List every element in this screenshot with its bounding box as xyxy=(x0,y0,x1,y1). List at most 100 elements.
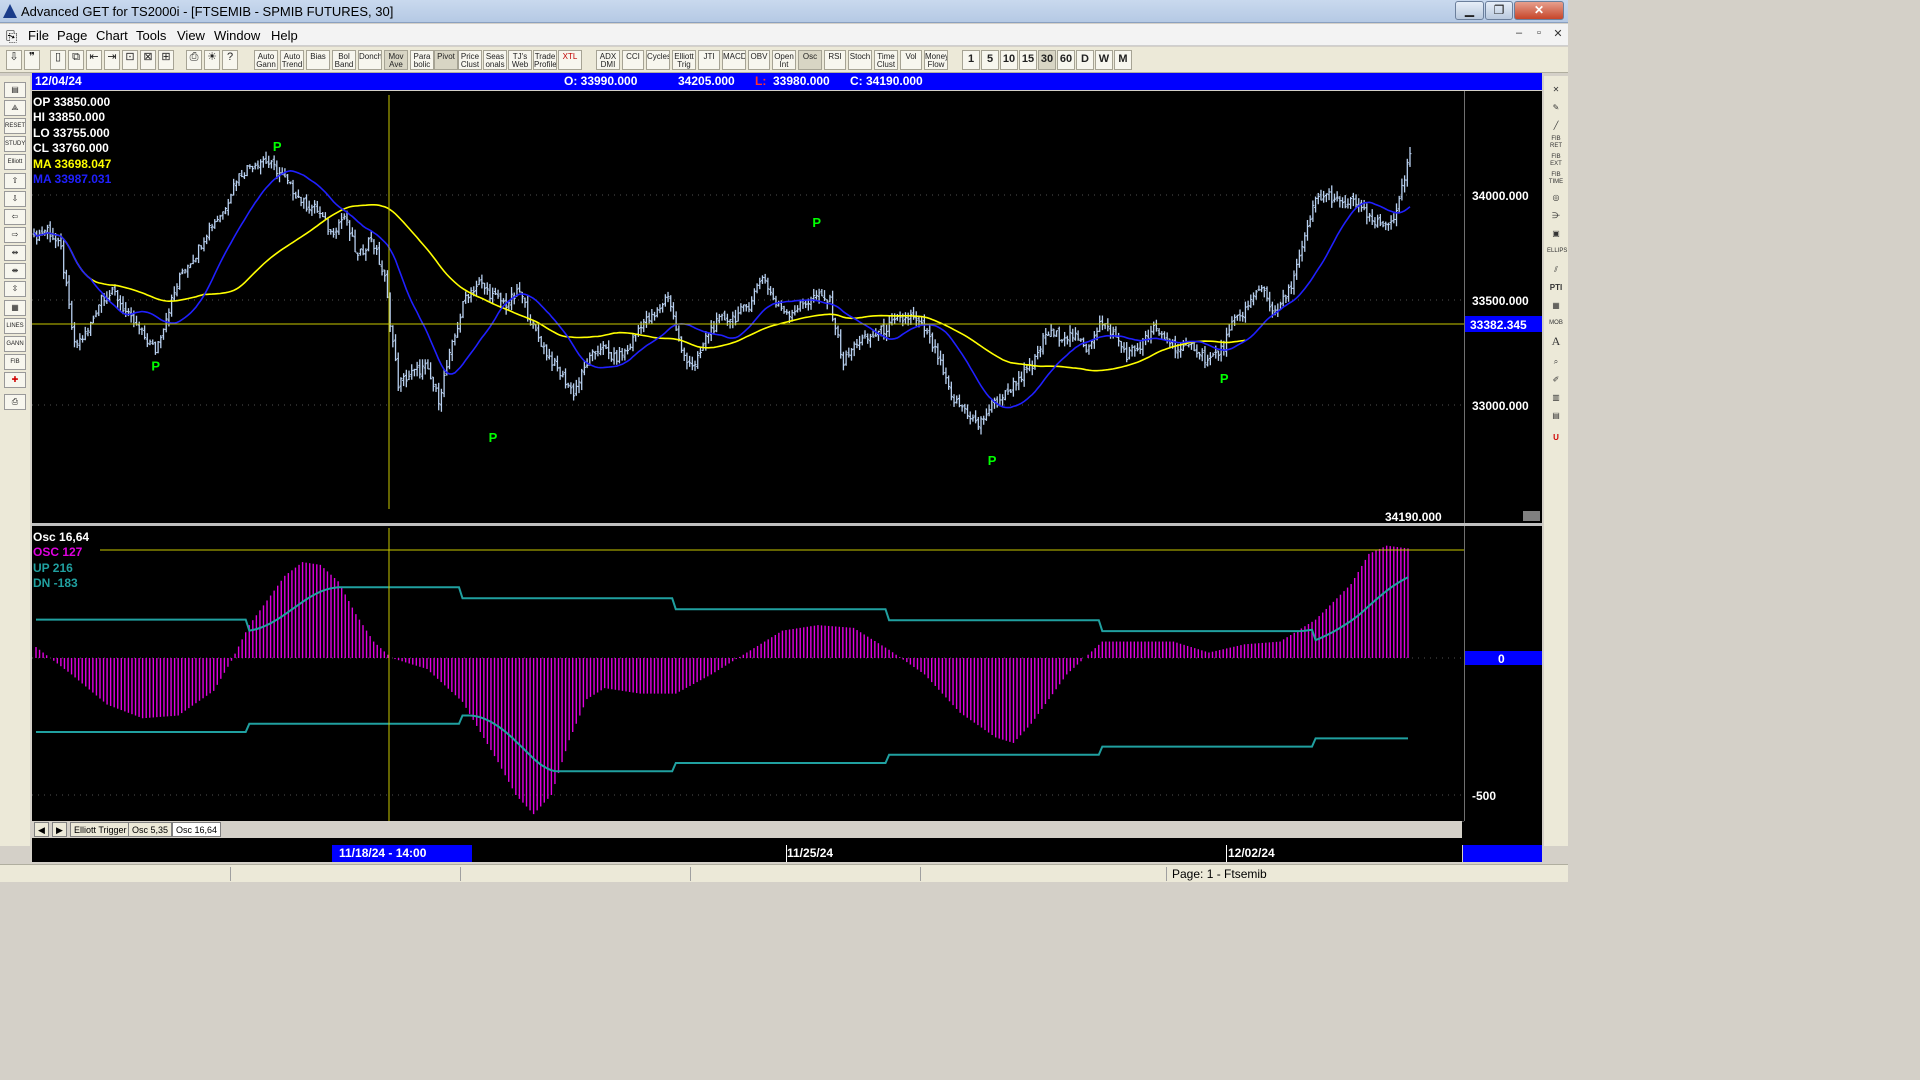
study-button[interactable]: STUDY xyxy=(4,136,26,152)
menu-page[interactable]: Page xyxy=(57,28,87,43)
tool-cycles[interactable]: Cycles xyxy=(646,50,670,70)
tool-cci[interactable]: CCI xyxy=(622,50,644,70)
tool-bias[interactable]: Bias xyxy=(306,50,330,70)
grid-icon[interactable]: ▦ xyxy=(1547,298,1565,313)
tool-pivot[interactable]: Pivot xyxy=(434,50,458,70)
menu-help[interactable]: Help xyxy=(271,28,298,43)
compress-v-icon[interactable]: ⇳ xyxy=(4,281,26,297)
paint-icon[interactable]: ✐ xyxy=(1547,372,1565,387)
box-icon[interactable]: ▣ xyxy=(1547,226,1565,241)
interval-15[interactable]: 15 xyxy=(1019,50,1037,70)
maximize-button[interactable]: ❐ xyxy=(1485,1,1513,20)
interval-5[interactable]: 5 xyxy=(981,50,999,70)
bulb-icon[interactable]: ☀ xyxy=(204,50,220,70)
tool-xtl[interactable]: XTL xyxy=(558,50,582,70)
close-icon[interactable]: ✕ xyxy=(1547,82,1565,97)
tool-osc[interactable]: Osc xyxy=(798,50,822,70)
tool-bol-band[interactable]: Bol Band xyxy=(332,50,356,70)
pti-button[interactable]: PTI xyxy=(1547,280,1565,295)
pencil-icon[interactable]: ✎ xyxy=(1547,100,1565,115)
print-setup-icon[interactable]: ⎙ xyxy=(4,394,26,410)
tool-stoch[interactable]: Stoch xyxy=(848,50,872,70)
split-icon[interactable]: ⊡ xyxy=(122,50,138,70)
pin-icon[interactable]: ⇩ xyxy=(6,50,22,70)
tool-auto-trend[interactable]: Auto Trend xyxy=(280,50,304,70)
close-button[interactable]: ✕ xyxy=(1514,1,1564,20)
fib-ext-button[interactable]: FIB EXT xyxy=(1547,154,1565,169)
lines-button[interactable]: LINES xyxy=(4,318,26,334)
fib-button[interactable]: FIB xyxy=(4,354,26,370)
grid-toggle-icon[interactable]: ⊞ xyxy=(158,50,174,70)
tool-time-clust[interactable]: Time Clust xyxy=(874,50,898,70)
mob-button[interactable]: MOB xyxy=(1547,316,1565,331)
tool-money-flow[interactable]: Money Flow xyxy=(924,50,948,70)
menu-file[interactable]: File xyxy=(28,28,49,43)
menu-view[interactable]: View xyxy=(177,28,205,43)
tab-scroll-right[interactable]: ▶ xyxy=(52,822,67,837)
tool-auto-gann[interactable]: Auto Gann xyxy=(254,50,278,70)
crosshair-icon[interactable]: ✚ xyxy=(4,372,26,388)
tab-osc-5-35[interactable]: Osc 5,35 xyxy=(128,822,173,837)
delete-icon[interactable]: ⊠ xyxy=(140,50,156,70)
line-icon[interactable]: ╱ xyxy=(1547,118,1565,133)
interval-30[interactable]: 30 xyxy=(1038,50,1056,70)
tool-rsi[interactable]: RSI xyxy=(824,50,846,70)
open-icon[interactable]: ▤ xyxy=(4,82,26,98)
minimize-button[interactable]: ▁ xyxy=(1455,1,1484,20)
menu-chart[interactable]: Chart xyxy=(96,28,128,43)
back-icon[interactable]: ⇤ xyxy=(86,50,102,70)
gann-button[interactable]: GANN xyxy=(4,336,26,352)
elliott-button[interactable]: Elliott xyxy=(4,154,26,170)
text-tool-button[interactable]: A xyxy=(1547,334,1565,349)
tool-trade-profile[interactable]: Trade Profile xyxy=(533,50,557,70)
magnet-icon[interactable]: U xyxy=(1547,430,1565,445)
ruler-icon[interactable]: ▥ xyxy=(1547,390,1565,405)
tool-jti[interactable]: JTI xyxy=(698,50,720,70)
forward-icon[interactable]: ⇥ xyxy=(104,50,120,70)
up-arrow-icon[interactable]: ⇧ xyxy=(4,173,26,189)
tab-elliott-trigger[interactable]: Elliott Trigger xyxy=(70,822,131,837)
tool-mov-ave[interactable]: Mov Ave xyxy=(384,50,408,70)
new-icon[interactable]: ▯ xyxy=(50,50,66,70)
reset-button[interactable]: RESET xyxy=(4,118,26,134)
tool-open-int[interactable]: Open Int xyxy=(772,50,796,70)
expand-icon[interactable]: ⇹ xyxy=(4,245,26,261)
tool-donch[interactable]: Donch xyxy=(358,50,382,70)
mdi-minimize-button[interactable]: – xyxy=(1510,27,1528,43)
fib-ret-button[interactable]: FIB RET xyxy=(1547,136,1565,151)
chart-svg[interactable]: P P P P P P OP 33850.000 HI 33850.000 LO 3375… xyxy=(32,91,1542,845)
table-icon[interactable]: ▤ xyxy=(1547,408,1565,423)
left-arrow-icon[interactable]: ⇦ xyxy=(4,209,26,225)
quote-icon[interactable]: ❞ xyxy=(24,50,40,70)
channel-icon[interactable]: ⫽ xyxy=(1547,262,1565,277)
tool-parabolic[interactable]: Para bolic xyxy=(410,50,434,70)
chart-icon[interactable]: ⟁ xyxy=(4,100,26,116)
fib-time-button[interactable]: FIB TIME xyxy=(1547,172,1565,187)
down-arrow-icon[interactable]: ⇩ xyxy=(4,191,26,207)
print-icon[interactable]: ⎙ xyxy=(186,50,202,70)
grid-icon[interactable]: ▦ xyxy=(4,300,26,316)
copy-icon[interactable]: ⧉ xyxy=(68,50,84,70)
ellipse-button[interactable]: ELLIPS xyxy=(1547,244,1567,259)
interval-10[interactable]: 10 xyxy=(1000,50,1018,70)
interval-60[interactable]: 60 xyxy=(1057,50,1075,70)
menu-window[interactable]: Window xyxy=(214,28,260,43)
right-arrow-icon[interactable]: ⇨ xyxy=(4,227,26,243)
chart-area[interactable]: P P P P P P OP 33850.000 HI 33850.000 LO 3375… xyxy=(32,91,1542,845)
tool-elliott-trig[interactable]: Elliott Trig xyxy=(672,50,696,70)
mdi-restore-button[interactable]: ▫ xyxy=(1530,27,1548,43)
interval-d[interactable]: D xyxy=(1076,50,1094,70)
fan-icon[interactable]: ⋺ xyxy=(1547,208,1565,223)
menu-tools[interactable]: Tools xyxy=(136,28,166,43)
tool-obv[interactable]: OBV xyxy=(748,50,770,70)
doc-icon[interactable]: ⎘ xyxy=(6,28,17,45)
zoom-icon[interactable]: ⌕ xyxy=(1547,354,1565,369)
tool-adx-dmi[interactable]: ADX DMI xyxy=(596,50,620,70)
interval-m[interactable]: M xyxy=(1114,50,1132,70)
help-cursor-icon[interactable]: ? xyxy=(222,50,238,70)
tab-scroll-left[interactable]: ◀ xyxy=(34,822,49,837)
interval-1[interactable]: 1 xyxy=(962,50,980,70)
tab-osc-16-64[interactable]: Osc 16,64 xyxy=(172,822,222,837)
tool-seasonals[interactable]: Seas onals xyxy=(483,50,507,70)
tool-vol[interactable]: Vol xyxy=(900,50,922,70)
